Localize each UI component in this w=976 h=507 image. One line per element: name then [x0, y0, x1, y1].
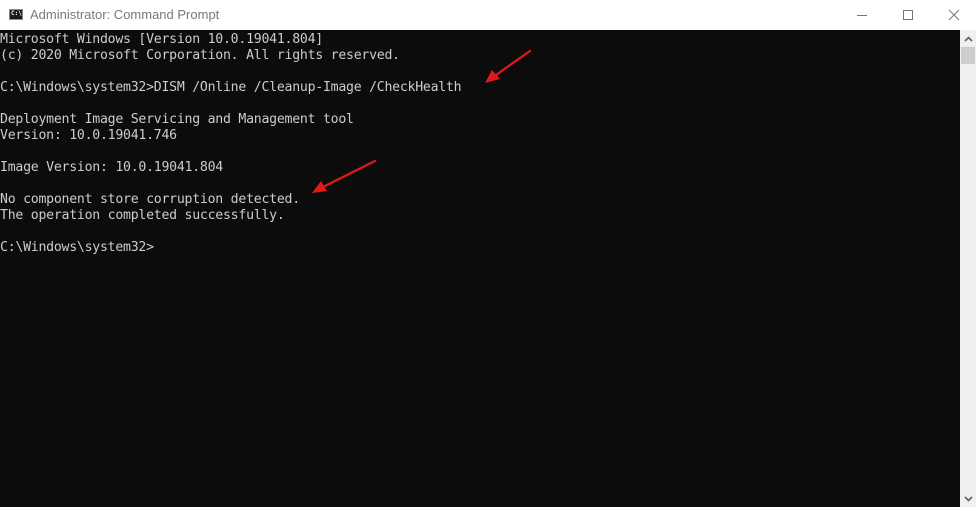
- maximize-icon: [903, 10, 913, 20]
- terminal-line: C:\Windows\system32>DISM /Online /Cleanu…: [0, 80, 462, 95]
- cmd-app-icon: C:\: [9, 9, 23, 20]
- scroll-down-button[interactable]: [960, 490, 976, 507]
- close-button[interactable]: [931, 0, 976, 30]
- terminal-line: The operation completed successfully.: [0, 208, 285, 223]
- terminal-line: Version: 10.0.19041.746: [0, 128, 177, 143]
- terminal-output[interactable]: Microsoft Windows [Version 10.0.19041.80…: [0, 30, 960, 507]
- chevron-up-icon: [963, 35, 973, 42]
- window-title: Administrator: Command Prompt: [30, 7, 220, 22]
- minimize-button[interactable]: [839, 0, 885, 30]
- chevron-down-icon: [963, 495, 973, 502]
- scroll-up-button[interactable]: [960, 30, 976, 47]
- terminal-line: C:\Windows\system32>: [0, 240, 154, 255]
- vertical-scrollbar[interactable]: [960, 30, 976, 507]
- cmd-icon-label: C:\: [11, 10, 22, 17]
- close-icon: [948, 9, 960, 21]
- terminal-line: Microsoft Windows [Version 10.0.19041.80…: [0, 32, 323, 47]
- terminal-line: No component store corruption detected.: [0, 192, 300, 207]
- terminal-line: (c) 2020 Microsoft Corporation. All righ…: [0, 48, 400, 63]
- terminal-line: Deployment Image Servicing and Managemen…: [0, 112, 354, 127]
- title-bar: C:\ Administrator: Command Prompt: [0, 0, 976, 30]
- scrollbar-thumb[interactable]: [961, 47, 975, 64]
- minimize-icon: [857, 15, 867, 16]
- terminal-line: Image Version: 10.0.19041.804: [0, 160, 223, 175]
- maximize-button[interactable]: [885, 0, 931, 30]
